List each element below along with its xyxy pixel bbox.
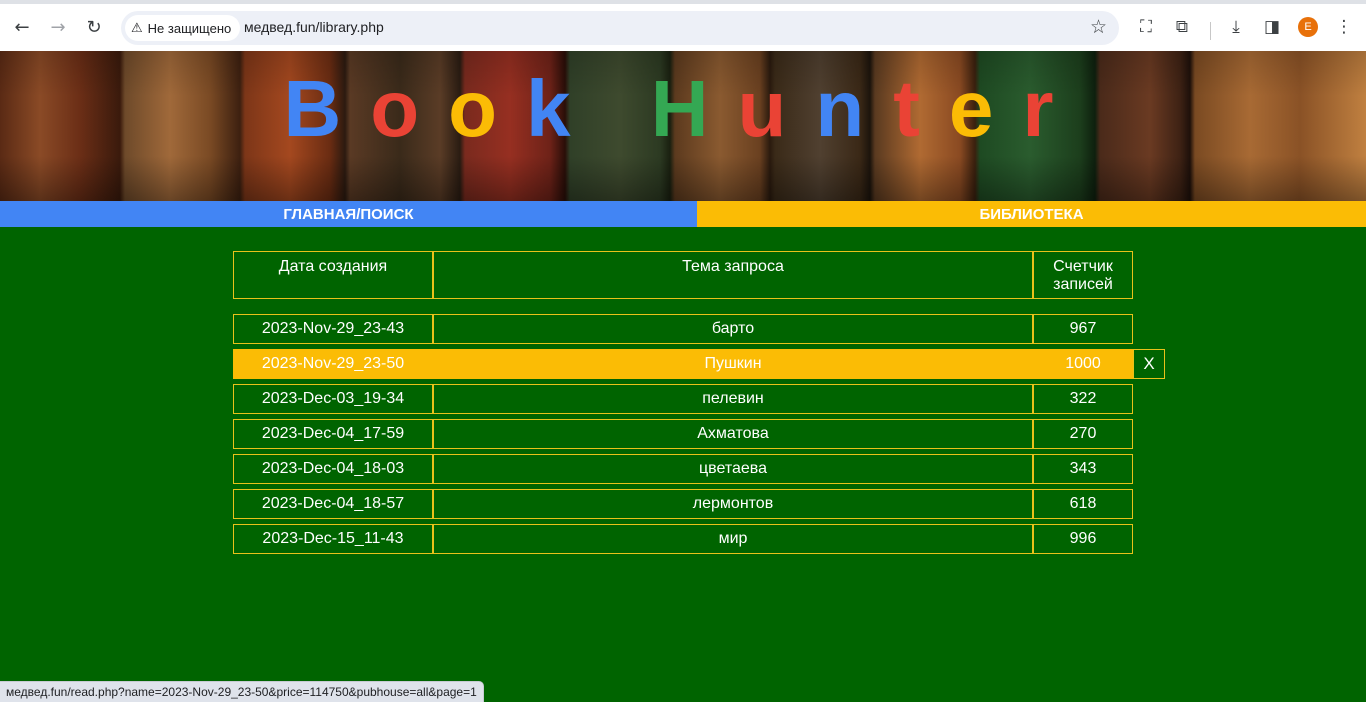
title-letter: u [737, 64, 816, 153]
row-date[interactable]: 2023-Nov-29_23-50 [233, 349, 433, 379]
row-date[interactable]: 2023-Dec-04_18-57 [233, 489, 433, 519]
row-topic[interactable]: цветаева [433, 454, 1033, 484]
table-row[interactable]: 2023-Dec-03_19-34 пелевин 322 [233, 384, 1133, 414]
title-letter: B [283, 64, 371, 153]
row-count[interactable]: 270 [1033, 419, 1133, 449]
header-count-line2: записей [1053, 276, 1113, 293]
row-count[interactable]: 1000 [1033, 349, 1133, 379]
header-date: Дата создания [233, 251, 433, 299]
title-letter: o [448, 64, 526, 153]
title-letter: e [948, 64, 1023, 153]
security-label: Не защищено [147, 20, 232, 36]
url-text[interactable]: медвед.fun/library.php [244, 19, 384, 35]
title-letter: n [815, 64, 894, 153]
row-topic[interactable]: мир [433, 524, 1033, 554]
bookmark-star-icon[interactable]: ☆ [1090, 16, 1107, 38]
link-status-bar: медвед.fun/read.php?name=2023-Nov-29_23-… [0, 681, 484, 702]
row-count[interactable]: 343 [1033, 454, 1133, 484]
download-icon[interactable]: ⤓ [1223, 14, 1249, 40]
forward-icon[interactable]: → [45, 14, 71, 40]
warning-icon: ⚠ [131, 20, 143, 36]
row-count[interactable]: 618 [1033, 489, 1133, 519]
title-letter: t [893, 64, 949, 153]
title-letter: k [525, 64, 600, 153]
browser-toolbar: ← → ↻ ⚠ Не защищено медвед.fun/library.p… [0, 0, 1366, 51]
back-icon[interactable]: ← [9, 14, 35, 40]
security-chip[interactable]: ⚠ Не защищено [125, 15, 241, 41]
row-count[interactable]: 322 [1033, 384, 1133, 414]
title-letter [599, 69, 650, 149]
row-topic[interactable]: Ахматова [433, 419, 1033, 449]
toolbar-divider [1210, 22, 1211, 40]
table-header: Дата создания Тема запроса Счетчик запис… [233, 251, 1133, 299]
profile-avatar[interactable]: E [1298, 17, 1318, 37]
header-banner: Book Hunter [0, 51, 1366, 201]
table-row[interactable]: 2023-Nov-29_23-50 Пушкин 1000 [233, 349, 1133, 379]
screenshot-icon[interactable]: ⛶ [1133, 14, 1159, 40]
nav-library[interactable]: БИБЛИОТЕКА [697, 201, 1366, 227]
row-topic[interactable]: пелевин [433, 384, 1033, 414]
table-row[interactable]: 2023-Dec-04_17-59 Ахматова 270 [233, 419, 1133, 449]
header-topic: Тема запроса [433, 251, 1033, 299]
main-nav: ГЛАВНАЯ/ПОИСК БИБЛИОТЕКА [0, 201, 1366, 227]
row-date[interactable]: 2023-Dec-03_19-34 [233, 384, 433, 414]
header-count: Счетчик записей [1033, 251, 1133, 299]
row-date[interactable]: 2023-Dec-04_18-03 [233, 454, 433, 484]
row-count[interactable]: 996 [1033, 524, 1133, 554]
address-bar[interactable]: ⚠ Не защищено медвед.fun/library.php ☆ [121, 11, 1119, 45]
table-row[interactable]: 2023-Nov-29_23-43 барто 967 [233, 314, 1133, 344]
row-date[interactable]: 2023-Nov-29_23-43 [233, 314, 433, 344]
title-letter: r [1022, 64, 1083, 153]
row-date[interactable]: 2023-Dec-15_11-43 [233, 524, 433, 554]
side-panel-icon[interactable]: ◨ [1259, 14, 1285, 40]
row-topic[interactable]: барто [433, 314, 1033, 344]
title-letter: o [370, 64, 449, 153]
title-letter: H [650, 64, 738, 153]
header-count-line1: Счетчик [1053, 258, 1113, 275]
row-topic[interactable]: Пушкин [433, 349, 1033, 379]
row-date[interactable]: 2023-Dec-04_17-59 [233, 419, 433, 449]
delete-row-button[interactable]: X [1133, 349, 1165, 379]
reload-icon[interactable]: ↻ [81, 14, 107, 40]
table-row[interactable]: 2023-Dec-15_11-43 мир 996 [233, 524, 1133, 554]
row-topic[interactable]: лермонтов [433, 489, 1033, 519]
site-title: Book Hunter [0, 69, 1366, 149]
table-row[interactable]: 2023-Dec-04_18-03 цветаева 343 [233, 454, 1133, 484]
extensions-icon[interactable]: ⧉ [1169, 14, 1195, 40]
nav-home-search[interactable]: ГЛАВНАЯ/ПОИСК [0, 201, 697, 227]
menu-kebab-icon[interactable]: ⋮ [1331, 14, 1357, 40]
row-count[interactable]: 967 [1033, 314, 1133, 344]
table-row[interactable]: 2023-Dec-04_18-57 лермонтов 618 [233, 489, 1133, 519]
